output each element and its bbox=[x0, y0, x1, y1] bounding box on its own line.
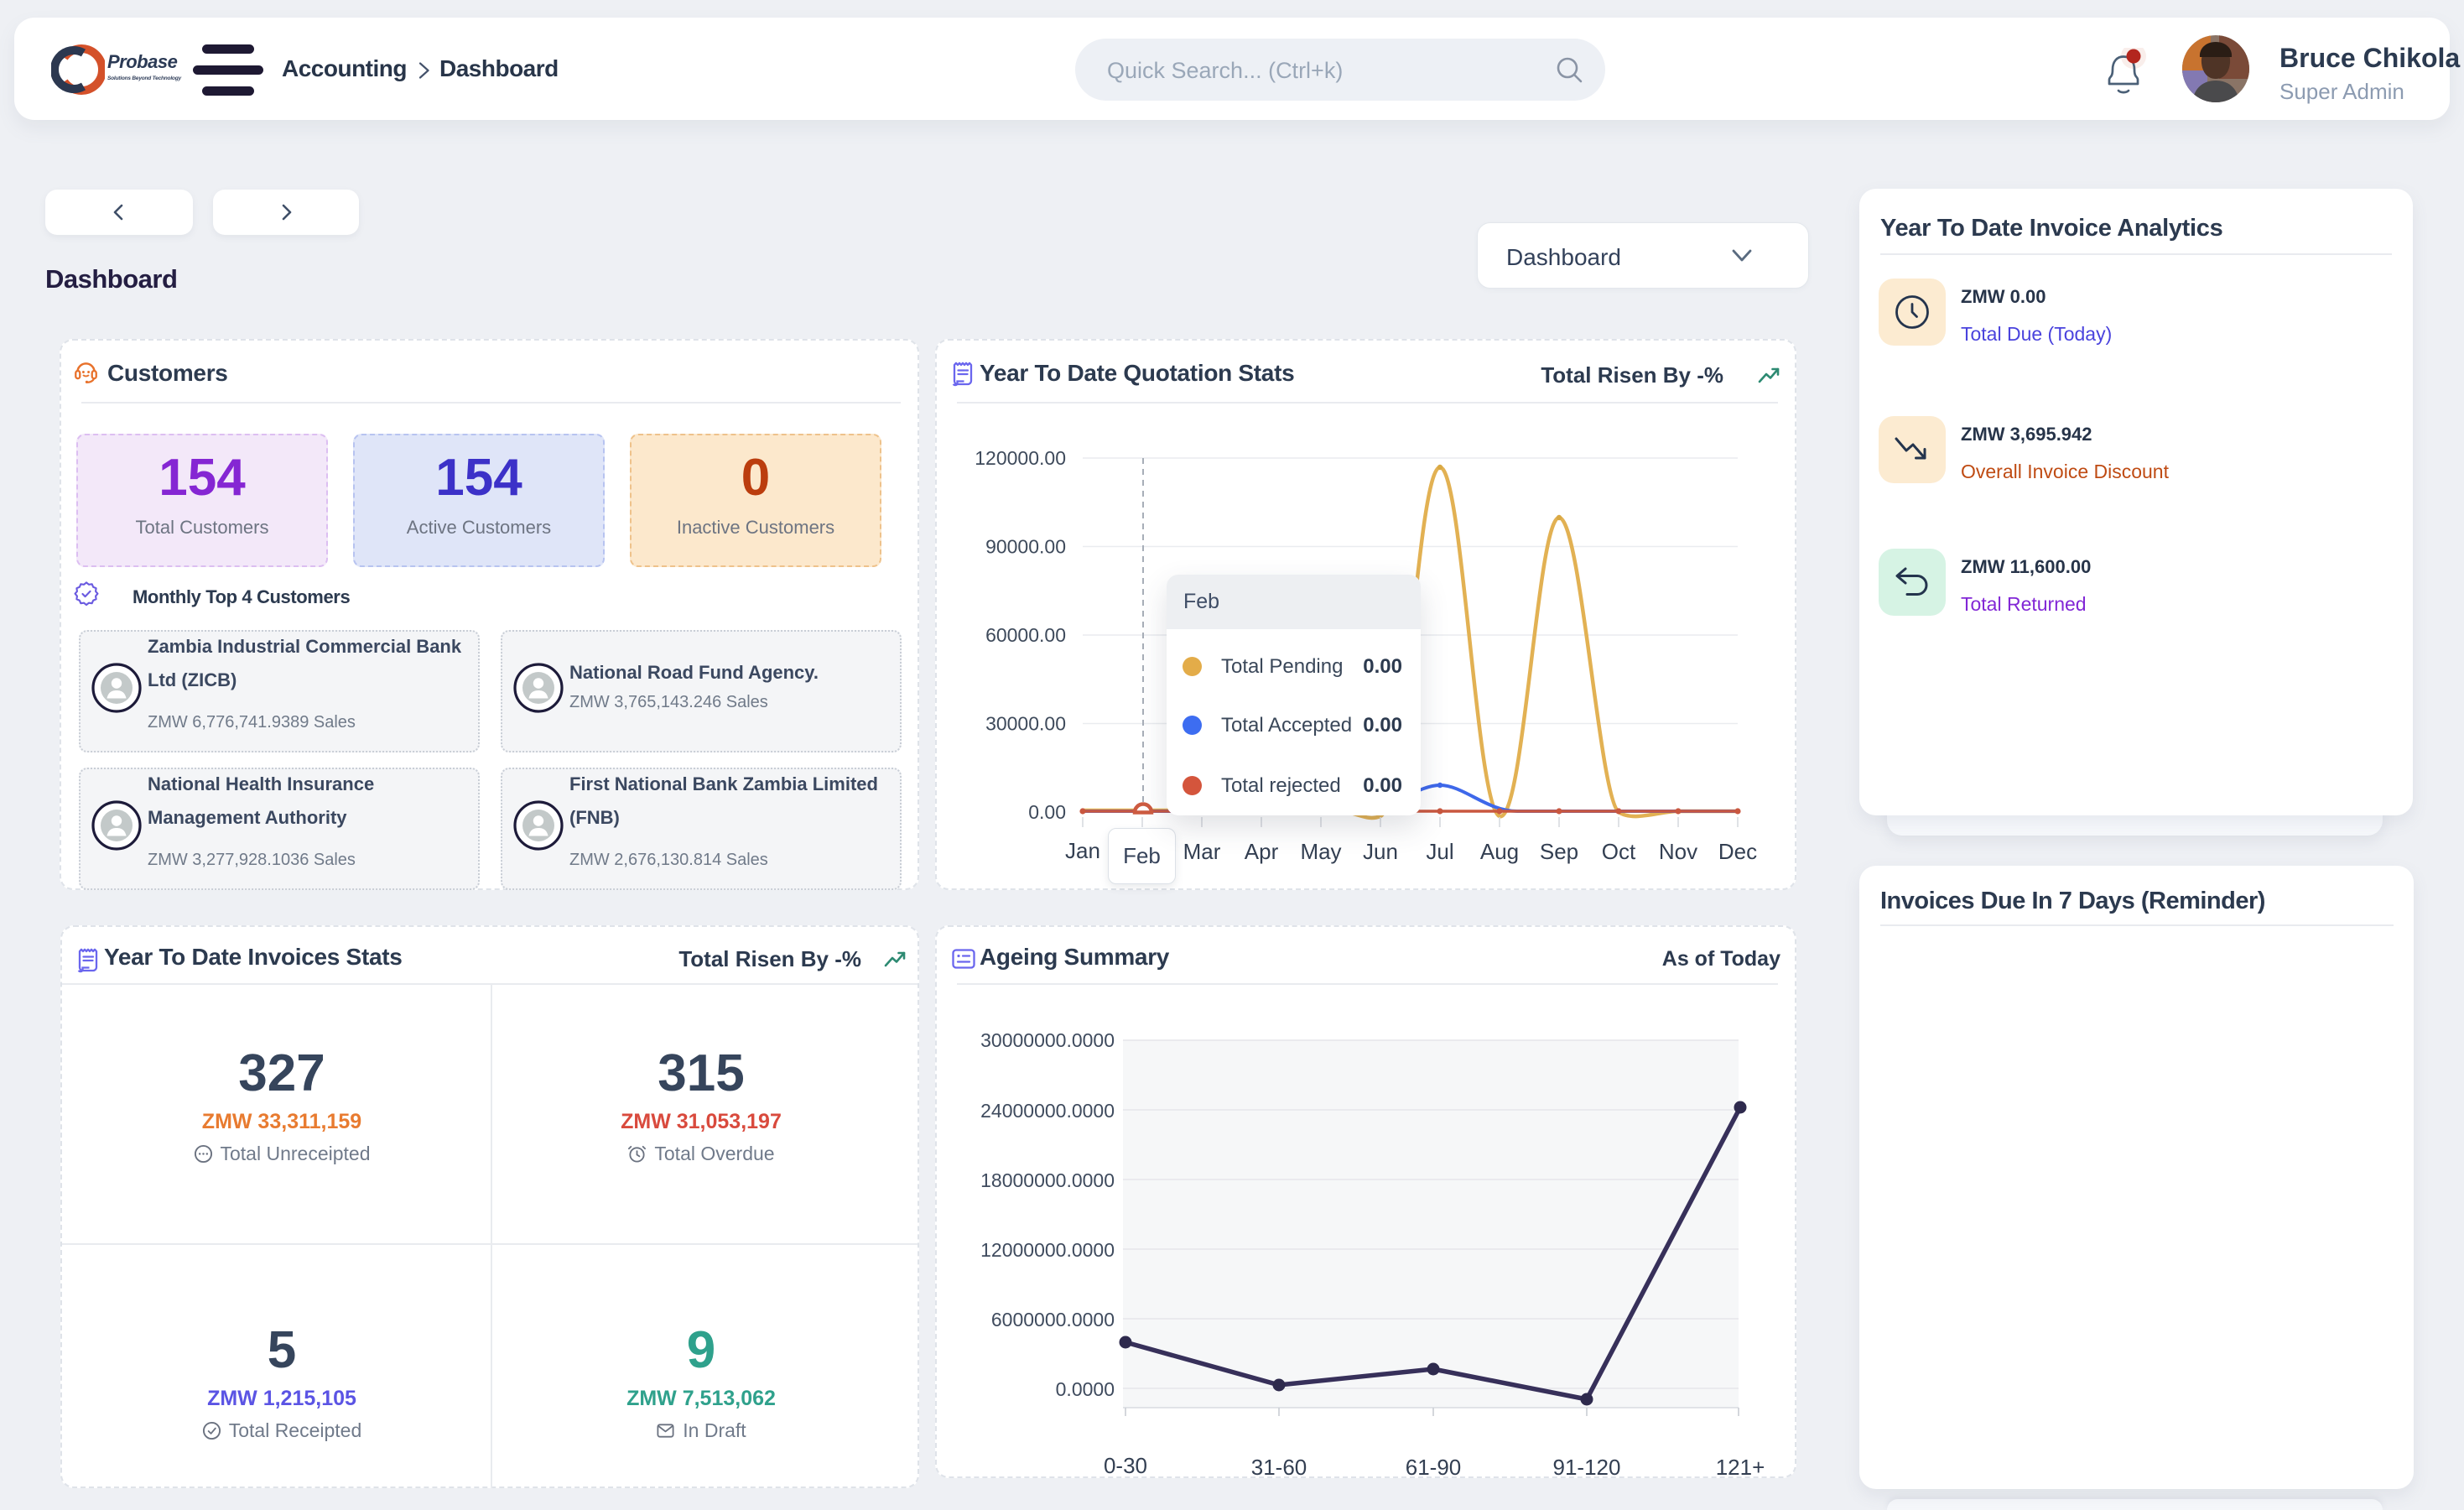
svg-text:0.00: 0.00 bbox=[1028, 801, 1066, 823]
svg-text:Jan: Jan bbox=[1065, 838, 1100, 863]
svg-text:30000.00: 30000.00 bbox=[985, 713, 1066, 735]
svg-text:Jul: Jul bbox=[1426, 839, 1453, 864]
svg-text:Apr: Apr bbox=[1245, 839, 1279, 864]
svg-text:Sep: Sep bbox=[1540, 839, 1578, 864]
svg-text:Aug: Aug bbox=[1480, 839, 1519, 864]
svg-text:0-30: 0-30 bbox=[1104, 1453, 1147, 1478]
svg-text:61-90: 61-90 bbox=[1406, 1455, 1462, 1480]
svg-text:60000.00: 60000.00 bbox=[985, 624, 1066, 646]
svg-text:Oct: Oct bbox=[1602, 839, 1636, 864]
svg-text:91-120: 91-120 bbox=[1553, 1455, 1621, 1480]
svg-text:31-60: 31-60 bbox=[1251, 1455, 1307, 1480]
svg-text:Jun: Jun bbox=[1363, 839, 1398, 864]
svg-text:6000000.0000: 6000000.0000 bbox=[991, 1309, 1115, 1330]
svg-text:Mar: Mar bbox=[1183, 839, 1221, 864]
svg-text:May: May bbox=[1300, 839, 1341, 864]
svg-text:12000000.0000: 12000000.0000 bbox=[980, 1239, 1115, 1261]
svg-text:30000000.0000: 30000000.0000 bbox=[980, 1029, 1115, 1051]
svg-text:121+: 121+ bbox=[1716, 1455, 1765, 1480]
svg-text:90000.00: 90000.00 bbox=[985, 536, 1066, 558]
svg-text:Nov: Nov bbox=[1659, 839, 1697, 864]
svg-text:18000000.0000: 18000000.0000 bbox=[980, 1169, 1115, 1191]
svg-text:Dec: Dec bbox=[1718, 839, 1757, 864]
svg-text:0.0000: 0.0000 bbox=[1056, 1378, 1115, 1400]
svg-text:24000000.0000: 24000000.0000 bbox=[980, 1100, 1115, 1122]
svg-text:120000.00: 120000.00 bbox=[975, 447, 1066, 469]
